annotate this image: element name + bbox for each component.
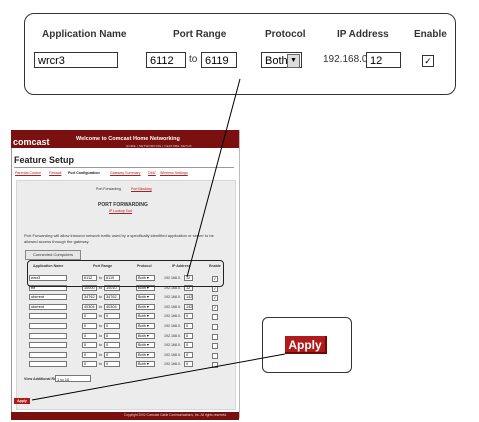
zoom-connector-line <box>186 78 241 278</box>
callout-connectors <box>31 78 286 401</box>
apply-connector-line <box>31 353 286 401</box>
